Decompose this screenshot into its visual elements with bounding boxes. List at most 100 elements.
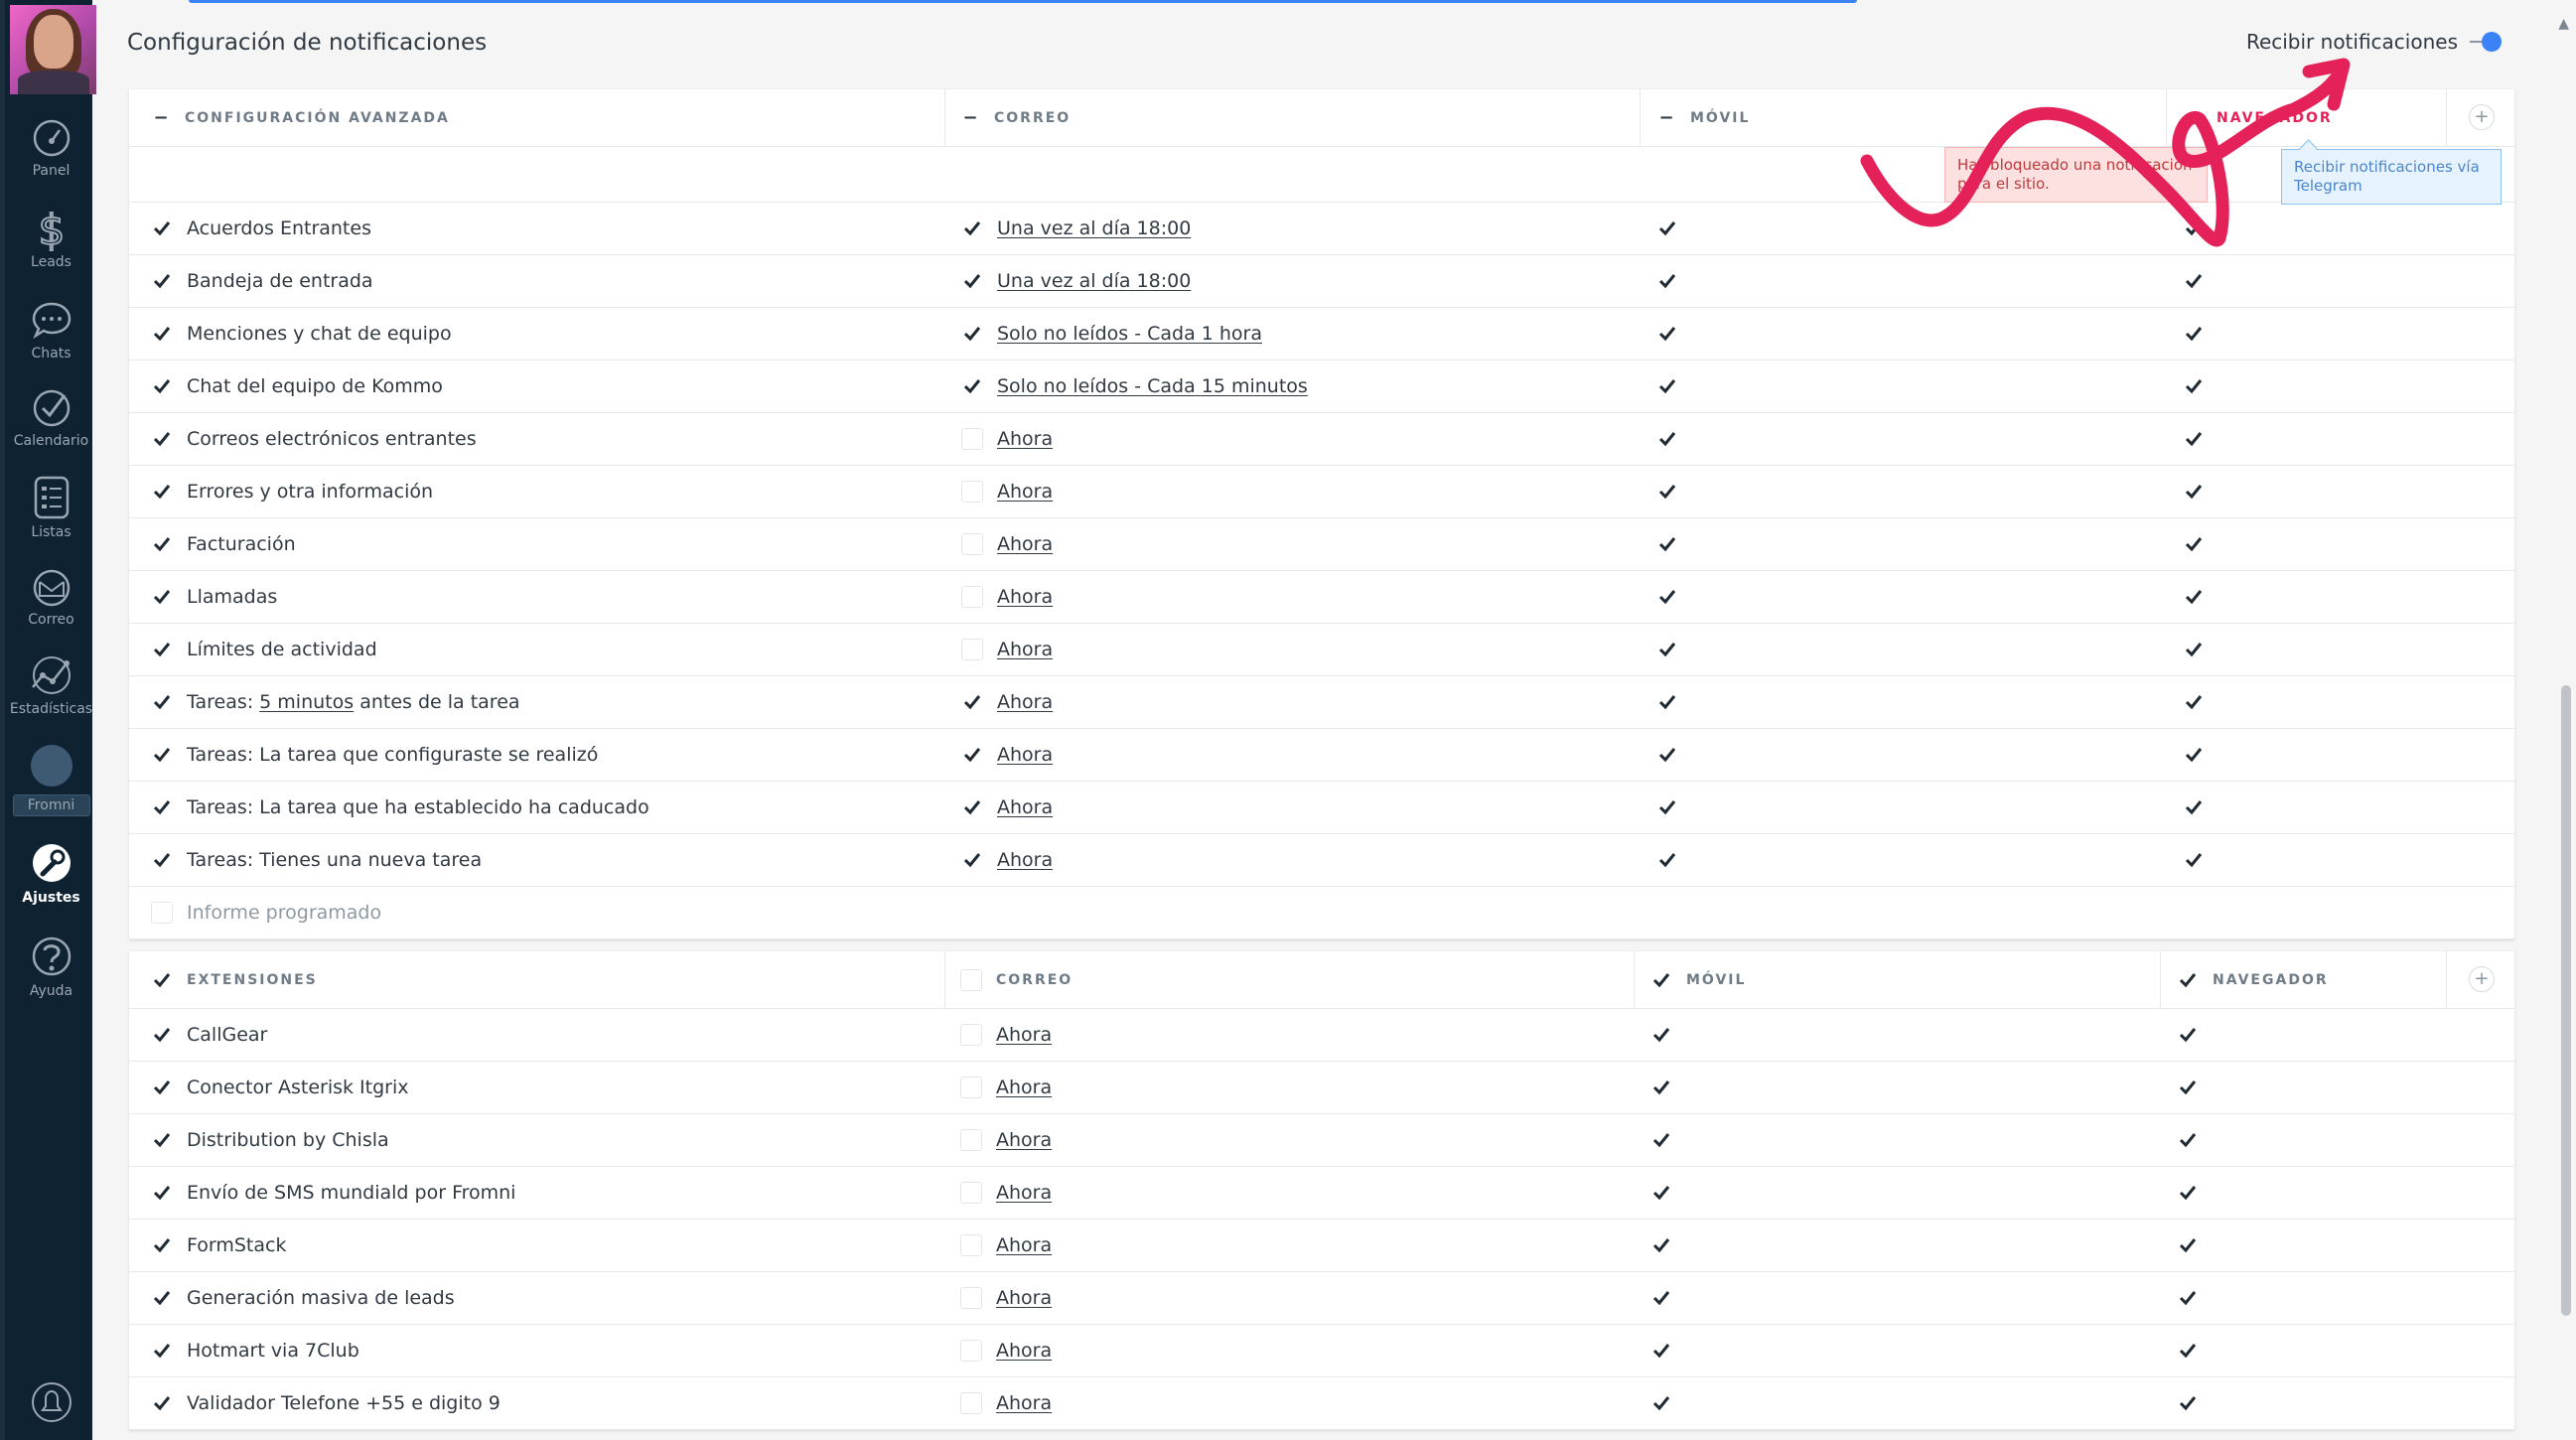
row-enabled-checkbox[interactable]: [151, 217, 173, 239]
email-frequency-link[interactable]: Ahora: [997, 639, 1053, 660]
row-mobile-checkbox[interactable]: [1656, 849, 1678, 871]
row-browser-checkbox[interactable]: [2183, 533, 2205, 555]
row-mobile-checkbox[interactable]: [1656, 481, 1678, 503]
sidebar-item-fromni[interactable]: Fromni: [5, 745, 97, 816]
row-browser-checkbox[interactable]: [2177, 1077, 2199, 1098]
row-browser-checkbox[interactable]: [2177, 1182, 2199, 1204]
sidebar-item-leads[interactable]: $ Leads: [5, 207, 97, 270]
row-email-checkbox[interactable]: [961, 586, 983, 608]
row-email-checkbox[interactable]: [960, 1234, 982, 1256]
row-enabled-checkbox[interactable]: [151, 796, 173, 818]
row-browser-checkbox[interactable]: [2177, 1392, 2199, 1414]
row-enabled-checkbox[interactable]: [151, 1234, 173, 1256]
row-mobile-checkbox[interactable]: [1650, 1392, 1672, 1414]
row-enabled-checkbox[interactable]: [151, 1182, 173, 1204]
row-mobile-checkbox[interactable]: [1650, 1129, 1672, 1151]
browser-all-checkbox[interactable]: [2177, 969, 2199, 991]
collapse-email-button[interactable]: −: [960, 108, 980, 128]
row-email-checkbox[interactable]: [960, 1392, 982, 1414]
row-browser-checkbox[interactable]: [2183, 744, 2205, 766]
row-browser-checkbox[interactable]: [2183, 639, 2205, 660]
collapse-browser-button[interactable]: −: [2183, 108, 2203, 128]
row-browser-checkbox[interactable]: [2177, 1024, 2199, 1046]
row-mobile-checkbox[interactable]: [1656, 586, 1678, 608]
sidebar-item-correo[interactable]: Correo: [5, 568, 97, 628]
row-enabled-checkbox[interactable]: [151, 849, 173, 871]
row-browser-checkbox[interactable]: [2177, 1287, 2199, 1309]
email-frequency-link[interactable]: Ahora: [996, 1234, 1052, 1256]
row-enabled-checkbox[interactable]: [151, 375, 173, 397]
row-email-checkbox[interactable]: [961, 428, 983, 450]
email-frequency-link[interactable]: Ahora: [996, 1024, 1052, 1046]
row-email-checkbox[interactable]: [961, 323, 983, 345]
row-email-checkbox[interactable]: [961, 217, 983, 239]
mobile-all-checkbox[interactable]: [1650, 969, 1672, 991]
email-frequency-link[interactable]: Ahora: [997, 428, 1053, 450]
sidebar-item-estadisticas[interactable]: Estadísticas: [5, 653, 97, 717]
row-browser-checkbox[interactable]: [2183, 375, 2205, 397]
row-email-checkbox[interactable]: [961, 375, 983, 397]
email-frequency-link[interactable]: Ahora: [996, 1182, 1052, 1204]
row-browser-checkbox[interactable]: [2183, 849, 2205, 871]
row-email-checkbox[interactable]: [960, 1129, 982, 1151]
row-enabled-checkbox[interactable]: [151, 1129, 173, 1151]
row-enabled-checkbox[interactable]: [151, 902, 173, 924]
email-frequency-link[interactable]: Ahora: [997, 796, 1053, 818]
task-reminder-time-link[interactable]: 5 minutos: [259, 691, 354, 713]
row-browser-checkbox[interactable]: [2183, 428, 2205, 450]
row-enabled-checkbox[interactable]: [151, 1340, 173, 1362]
row-browser-checkbox[interactable]: [2183, 323, 2205, 345]
sidebar-item-panel[interactable]: Panel: [5, 117, 97, 179]
email-frequency-link[interactable]: Ahora: [997, 586, 1053, 608]
row-email-checkbox[interactable]: [961, 270, 983, 292]
row-browser-checkbox[interactable]: [2183, 586, 2205, 608]
sidebar-item-calendario[interactable]: Calendario: [5, 387, 97, 449]
extensions-all-checkbox[interactable]: [151, 969, 173, 991]
row-mobile-checkbox[interactable]: [1650, 1182, 1672, 1204]
email-frequency-link[interactable]: Ahora: [996, 1077, 1052, 1098]
row-mobile-checkbox[interactable]: [1650, 1287, 1672, 1309]
row-email-checkbox[interactable]: [961, 849, 983, 871]
avatar[interactable]: [10, 5, 96, 94]
email-frequency-link[interactable]: Ahora: [997, 849, 1053, 871]
row-browser-checkbox[interactable]: [2177, 1340, 2199, 1362]
row-enabled-checkbox[interactable]: [151, 533, 173, 555]
row-mobile-checkbox[interactable]: [1656, 323, 1678, 345]
row-mobile-checkbox[interactable]: [1656, 744, 1678, 766]
row-email-checkbox[interactable]: [960, 1077, 982, 1098]
collapse-mobile-button[interactable]: −: [1656, 108, 1676, 128]
row-enabled-checkbox[interactable]: [151, 428, 173, 450]
row-enabled-checkbox[interactable]: [151, 323, 173, 345]
email-frequency-link[interactable]: Ahora: [997, 481, 1053, 503]
row-browser-checkbox[interactable]: [2177, 1129, 2199, 1151]
row-enabled-checkbox[interactable]: [151, 481, 173, 503]
telegram-tooltip[interactable]: Recibir notificaciones vía Telegram: [2281, 149, 2502, 205]
row-mobile-checkbox[interactable]: [1650, 1234, 1672, 1256]
row-enabled-checkbox[interactable]: [151, 1392, 173, 1414]
email-all-checkbox[interactable]: [960, 969, 982, 991]
row-enabled-checkbox[interactable]: [151, 744, 173, 766]
email-frequency-link[interactable]: Una vez al día 18:00: [997, 217, 1191, 239]
receive-notifications-toggle[interactable]: [2470, 31, 2502, 53]
row-email-checkbox[interactable]: [961, 639, 983, 660]
row-browser-checkbox[interactable]: [2183, 217, 2205, 239]
row-browser-checkbox[interactable]: [2177, 1234, 2199, 1256]
email-frequency-link[interactable]: Ahora: [996, 1340, 1052, 1362]
row-mobile-checkbox[interactable]: [1656, 691, 1678, 713]
row-browser-checkbox[interactable]: [2183, 691, 2205, 713]
row-mobile-checkbox[interactable]: [1656, 428, 1678, 450]
row-mobile-checkbox[interactable]: [1656, 639, 1678, 660]
receive-notifications-control[interactable]: Recibir notificaciones: [2246, 30, 2502, 54]
row-email-checkbox[interactable]: [961, 796, 983, 818]
row-enabled-checkbox[interactable]: [151, 1024, 173, 1046]
scroll-up-arrow[interactable]: ▲: [2558, 16, 2569, 32]
row-mobile-checkbox[interactable]: [1650, 1024, 1672, 1046]
email-frequency-link[interactable]: Ahora: [996, 1129, 1052, 1151]
email-frequency-link[interactable]: Una vez al día 18:00: [997, 270, 1191, 292]
row-email-checkbox[interactable]: [961, 481, 983, 503]
scrollbar-thumb[interactable]: [2561, 685, 2571, 1316]
row-enabled-checkbox[interactable]: [151, 270, 173, 292]
row-mobile-checkbox[interactable]: [1656, 796, 1678, 818]
row-browser-checkbox[interactable]: [2183, 796, 2205, 818]
collapse-config-button[interactable]: −: [151, 108, 171, 128]
